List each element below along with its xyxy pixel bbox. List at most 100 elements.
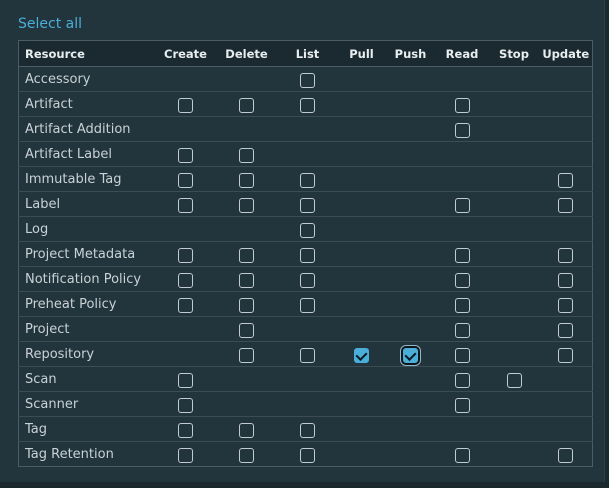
permission-cell (215, 241, 278, 267)
checkbox-create[interactable] (178, 172, 193, 188)
checkbox-update[interactable] (558, 297, 574, 313)
permission-cell (337, 141, 386, 167)
resource-name: Tag (18, 416, 156, 442)
permission-cell (215, 391, 278, 417)
checkbox-read[interactable] (454, 347, 470, 363)
checkbox-read[interactable] (454, 297, 470, 313)
checkbox-pull[interactable] (354, 347, 369, 363)
checkbox-delete[interactable] (239, 347, 254, 363)
checkbox-read[interactable] (454, 97, 470, 113)
table-row: Artifact (18, 91, 593, 117)
checkbox-update[interactable] (558, 447, 574, 463)
permission-cell (488, 91, 540, 117)
checkbox-stop[interactable] (506, 372, 522, 388)
permission-cell (488, 141, 540, 167)
permission-cell (539, 141, 593, 167)
table-header-row: Resource Create Delete List Pull Push Re… (18, 40, 593, 67)
column-header-list: List (277, 40, 338, 67)
checkbox-update[interactable] (558, 322, 574, 338)
table-row: Repository (18, 341, 593, 367)
checkbox-read[interactable] (454, 247, 470, 263)
permission-cell (539, 216, 593, 242)
checkbox-push[interactable] (401, 345, 420, 365)
checkbox-create[interactable] (178, 147, 193, 163)
checkbox-delete[interactable] (239, 272, 254, 288)
permission-cell (337, 216, 386, 242)
checkbox-update[interactable] (558, 197, 574, 213)
permission-cell (215, 366, 278, 392)
table-row: Accessory (18, 66, 593, 92)
checkbox-list[interactable] (300, 222, 315, 238)
column-header-push: Push (385, 40, 436, 67)
checkbox-delete[interactable] (239, 147, 254, 163)
permission-cell (435, 366, 489, 392)
table-row: Tag (18, 416, 593, 442)
checkbox-list[interactable] (300, 297, 315, 313)
checkbox-list[interactable] (300, 447, 315, 463)
permission-cell (435, 441, 489, 467)
permission-cell (277, 266, 338, 292)
permission-cell (488, 266, 540, 292)
checkbox-read[interactable] (454, 397, 470, 413)
permission-cell (337, 166, 386, 192)
checkbox-delete[interactable] (239, 247, 254, 263)
checkbox-list[interactable] (300, 272, 315, 288)
permission-cell (155, 366, 216, 392)
checkbox-read[interactable] (454, 272, 470, 288)
permission-cell (215, 191, 278, 217)
background-panel-edge (604, 0, 609, 488)
table-row: Artifact Addition (18, 116, 593, 142)
checkbox-read[interactable] (454, 197, 470, 213)
checkbox-create[interactable] (178, 372, 193, 388)
checkbox-delete[interactable] (239, 97, 254, 113)
resource-name: Artifact (18, 91, 156, 117)
permission-cell (215, 441, 278, 467)
checkbox-list[interactable] (300, 347, 315, 363)
checkbox-update[interactable] (558, 347, 574, 363)
permission-cell (385, 241, 436, 267)
checkbox-delete[interactable] (239, 297, 254, 313)
permission-cell (215, 116, 278, 142)
checkbox-delete[interactable] (239, 172, 254, 188)
permission-cell (539, 66, 593, 92)
permission-cell (385, 291, 436, 317)
checkbox-create[interactable] (178, 297, 193, 313)
checkbox-create[interactable] (178, 397, 193, 413)
checkbox-create[interactable] (178, 197, 193, 213)
checkbox-list[interactable] (300, 422, 315, 438)
permission-cell (277, 66, 338, 92)
column-header-update: Update (539, 40, 593, 67)
permission-cell (435, 91, 489, 117)
permission-cell (539, 116, 593, 142)
permission-cell (385, 166, 436, 192)
checkbox-read[interactable] (454, 447, 470, 463)
permissions-table-body: Accessory Artifact Artifact Addition Artifa… (18, 66, 593, 467)
table-row: Project Metadata (18, 241, 593, 267)
checkbox-list[interactable] (300, 197, 315, 213)
resource-name: Scan (18, 366, 156, 392)
checkbox-delete[interactable] (239, 422, 254, 438)
checkbox-list[interactable] (300, 72, 315, 88)
checkbox-delete[interactable] (239, 322, 254, 338)
checkbox-update[interactable] (558, 172, 574, 188)
checkbox-list[interactable] (300, 97, 315, 113)
permission-cell (539, 416, 593, 442)
checkbox-create[interactable] (178, 97, 193, 113)
checkbox-update[interactable] (558, 247, 574, 263)
permission-cell (337, 416, 386, 442)
permission-cell (435, 291, 489, 317)
checkbox-create[interactable] (178, 272, 193, 288)
checkbox-create[interactable] (178, 247, 193, 263)
checkbox-read[interactable] (454, 322, 470, 338)
checkbox-list[interactable] (300, 247, 315, 263)
resource-name: Scanner (18, 391, 156, 417)
select-all-link[interactable]: Select all (18, 16, 82, 32)
checkbox-delete[interactable] (239, 197, 254, 213)
checkbox-create[interactable] (178, 422, 193, 438)
checkbox-read[interactable] (454, 122, 470, 138)
checkbox-update[interactable] (558, 272, 574, 288)
checkbox-list[interactable] (300, 172, 315, 188)
checkbox-read[interactable] (454, 372, 470, 388)
checkbox-create[interactable] (178, 447, 193, 463)
checkbox-delete[interactable] (239, 447, 254, 463)
